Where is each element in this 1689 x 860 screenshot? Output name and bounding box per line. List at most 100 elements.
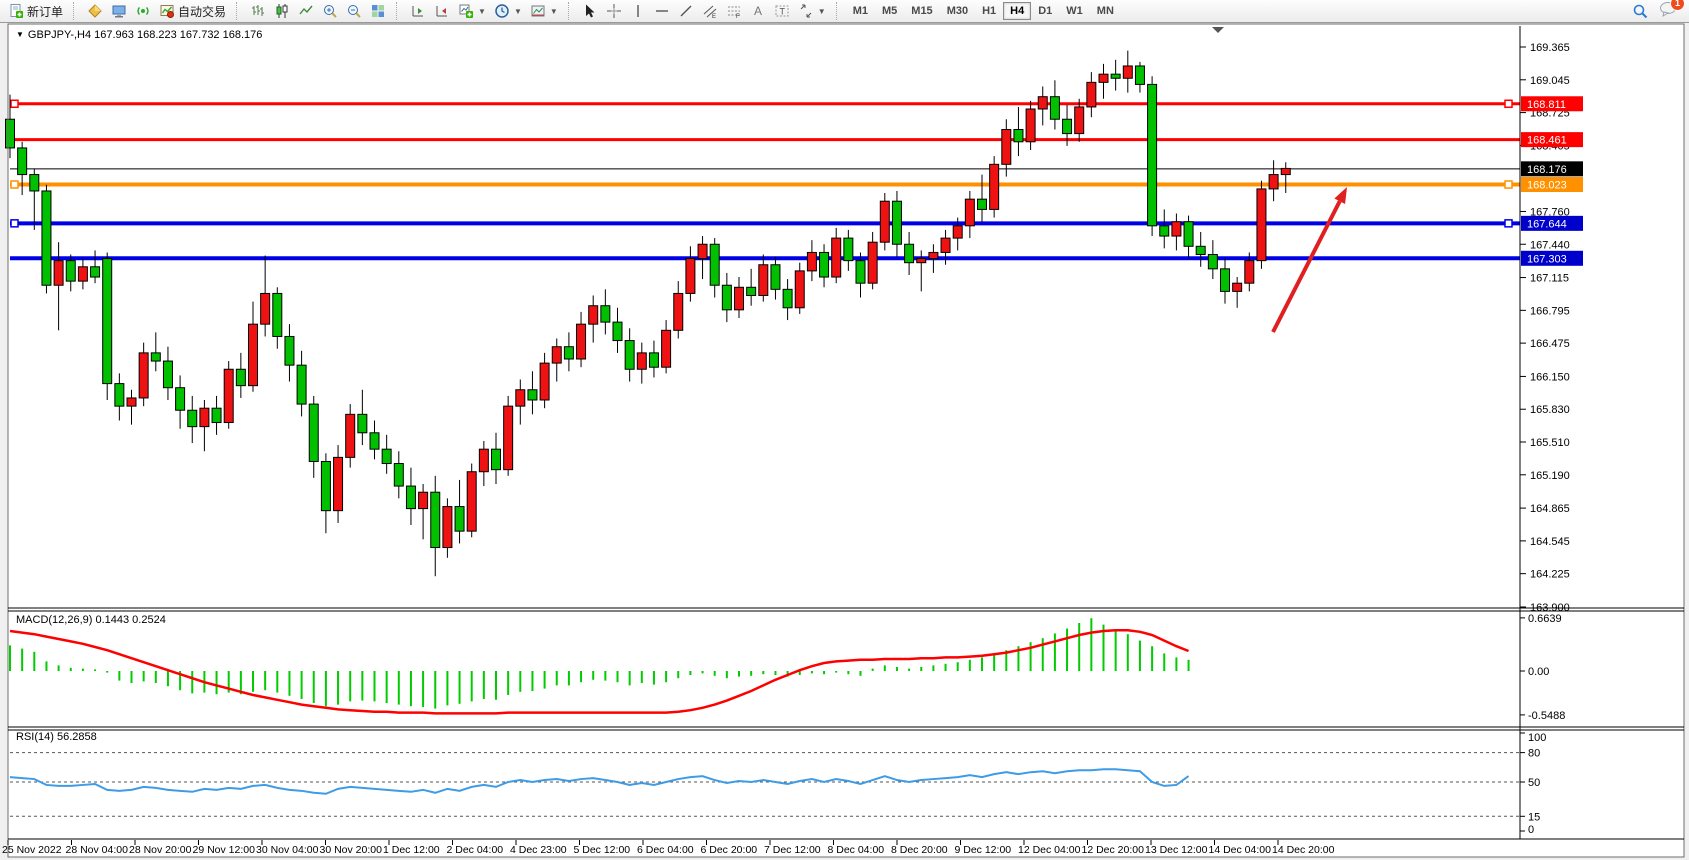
line-chart-icon <box>298 3 314 19</box>
toolbar: 新订单 自动交易 <box>0 0 1689 23</box>
chat-button[interactable]: 1 <box>1659 1 1677 22</box>
chevron-down-icon: ▼ <box>818 7 826 16</box>
svg-text:8 Dec 04:00: 8 Dec 04:00 <box>828 844 885 856</box>
new-chart-icon <box>458 3 474 19</box>
crosshair-tool-button[interactable] <box>602 0 626 22</box>
mt4-terminal: 新订单 自动交易 <box>0 0 1689 860</box>
svg-text:E: E <box>712 14 716 19</box>
svg-text:14 Dec 20:00: 14 Dec 20:00 <box>1272 844 1335 856</box>
chevron-down-icon: ▼ <box>478 7 486 16</box>
horizontal-line-icon <box>654 3 670 19</box>
svg-text:166.795: 166.795 <box>1530 305 1570 317</box>
svg-text:14 Dec 04:00: 14 Dec 04:00 <box>1209 844 1272 856</box>
svg-text:12 Dec 20:00: 12 Dec 20:00 <box>1082 844 1145 856</box>
notification-badge: 1 <box>1670 0 1685 11</box>
svg-text:166.150: 166.150 <box>1530 371 1570 383</box>
candlestick-icon <box>274 3 290 19</box>
vertical-line-icon <box>630 3 646 19</box>
auto-scroll-button[interactable] <box>430 0 454 22</box>
template-button[interactable]: ▼ <box>526 0 562 22</box>
cursor-icon <box>582 3 598 19</box>
svg-text:A: A <box>754 4 762 18</box>
tile-windows-icon <box>370 3 386 19</box>
toolbar-separator <box>73 2 80 20</box>
period-button[interactable]: ▼ <box>490 0 526 22</box>
strategy-tester-button[interactable] <box>131 0 155 22</box>
trendline-tool-button[interactable] <box>674 0 698 22</box>
chevron-down-icon: ▼ <box>550 7 558 16</box>
market-watch-button[interactable] <box>83 0 107 22</box>
symbol-dropdown-icon[interactable]: ▼ <box>16 30 24 39</box>
svg-text:T: T <box>779 7 785 17</box>
svg-text:166.475: 166.475 <box>1530 338 1570 350</box>
zoom-in-button[interactable] <box>318 0 342 22</box>
tile-windows-button[interactable] <box>366 0 390 22</box>
svg-text:15: 15 <box>1528 811 1540 823</box>
search-icon[interactable] <box>1632 3 1649 20</box>
tab-m1[interactable]: M1 <box>846 2 875 20</box>
auto-trading-icon <box>159 3 175 19</box>
svg-text:F: F <box>736 14 740 19</box>
svg-text:28 Nov 04:00: 28 Nov 04:00 <box>66 844 129 856</box>
auto-trading-button[interactable]: 自动交易 <box>155 0 230 22</box>
shift-chart-button[interactable] <box>406 0 430 22</box>
svg-text:100: 100 <box>1528 732 1546 744</box>
svg-text:164.865: 164.865 <box>1530 503 1570 515</box>
tab-m5[interactable]: M5 <box>875 2 904 20</box>
arrows-tool-button[interactable]: ▼ <box>794 0 830 22</box>
chart-title[interactable]: ▼ GBPJPY-,H4 167.963 168.223 167.732 168.… <box>16 29 262 41</box>
auto-trading-label: 自动交易 <box>178 3 226 20</box>
svg-text:168.461: 168.461 <box>1527 135 1567 147</box>
svg-text:168.176: 168.176 <box>1527 164 1567 176</box>
new-order-button[interactable]: 新订单 <box>4 0 67 22</box>
svg-text:9 Dec 12:00: 9 Dec 12:00 <box>955 844 1012 856</box>
bar-chart-icon <box>250 3 266 19</box>
svg-text:8 Dec 20:00: 8 Dec 20:00 <box>891 844 948 856</box>
bar-chart-mode-button[interactable] <box>246 0 270 22</box>
toolbar-separator <box>396 2 403 20</box>
tab-m15[interactable]: M15 <box>904 2 939 20</box>
clock-icon <box>494 3 510 19</box>
svg-text:168.811: 168.811 <box>1527 99 1566 111</box>
svg-text:80: 80 <box>1528 748 1540 760</box>
chevron-down-icon: ▼ <box>514 7 522 16</box>
svg-text:2 Dec 04:00: 2 Dec 04:00 <box>447 844 504 856</box>
svg-text:29 Nov 12:00: 29 Nov 12:00 <box>193 844 256 856</box>
rsi-indicator-label: RSI(14) 56.2858 <box>16 731 97 743</box>
tab-w1[interactable]: W1 <box>1059 2 1090 20</box>
chart-canvas[interactable]: 169.365169.045168.725168.405167.760167.4… <box>0 0 1689 860</box>
horizontal-line-tool-button[interactable] <box>650 0 674 22</box>
text-label-tool-button[interactable]: T <box>770 0 794 22</box>
text-tool-button[interactable]: A <box>746 0 770 22</box>
svg-text:28 Nov 20:00: 28 Nov 20:00 <box>129 844 192 856</box>
equidistant-channel-icon: E <box>702 3 718 19</box>
macd-indicator-label: MACD(12,26,9) 0.1443 0.2524 <box>16 614 166 626</box>
tab-h4[interactable]: H4 <box>1003 2 1031 20</box>
tab-m30[interactable]: M30 <box>940 2 975 20</box>
chart-title-text: GBPJPY-,H4 167.963 168.223 167.732 168.1… <box>28 29 262 41</box>
terminal-button[interactable] <box>107 0 131 22</box>
cursor-tool-button[interactable] <box>578 0 602 22</box>
zoom-out-button[interactable] <box>342 0 366 22</box>
svg-text:30 Nov 04:00: 30 Nov 04:00 <box>256 844 319 856</box>
shift-chart-icon <box>410 3 426 19</box>
line-chart-mode-button[interactable] <box>294 0 318 22</box>
text-label-icon: T <box>774 3 790 19</box>
svg-text:25 Nov 2022: 25 Nov 2022 <box>2 844 62 856</box>
new-order-label: 新订单 <box>27 3 63 20</box>
svg-text:6 Dec 04:00: 6 Dec 04:00 <box>637 844 694 856</box>
crosshair-icon <box>606 3 622 19</box>
channel-tool-button[interactable]: E <box>698 0 722 22</box>
svg-text:168.023: 168.023 <box>1527 180 1567 192</box>
vertical-line-tool-button[interactable] <box>626 0 650 22</box>
tab-mn[interactable]: MN <box>1090 2 1121 20</box>
svg-text:0.00: 0.00 <box>1528 666 1549 678</box>
svg-text:6 Dec 20:00: 6 Dec 20:00 <box>701 844 758 856</box>
candle-chart-mode-button[interactable] <box>270 0 294 22</box>
new-order-icon <box>8 3 24 19</box>
tab-d1[interactable]: D1 <box>1031 2 1059 20</box>
svg-text:30 Nov 20:00: 30 Nov 20:00 <box>320 844 383 856</box>
fibonacci-tool-button[interactable]: F <box>722 0 746 22</box>
tab-h1[interactable]: H1 <box>975 2 1003 20</box>
new-chart-button[interactable]: ▼ <box>454 0 490 22</box>
